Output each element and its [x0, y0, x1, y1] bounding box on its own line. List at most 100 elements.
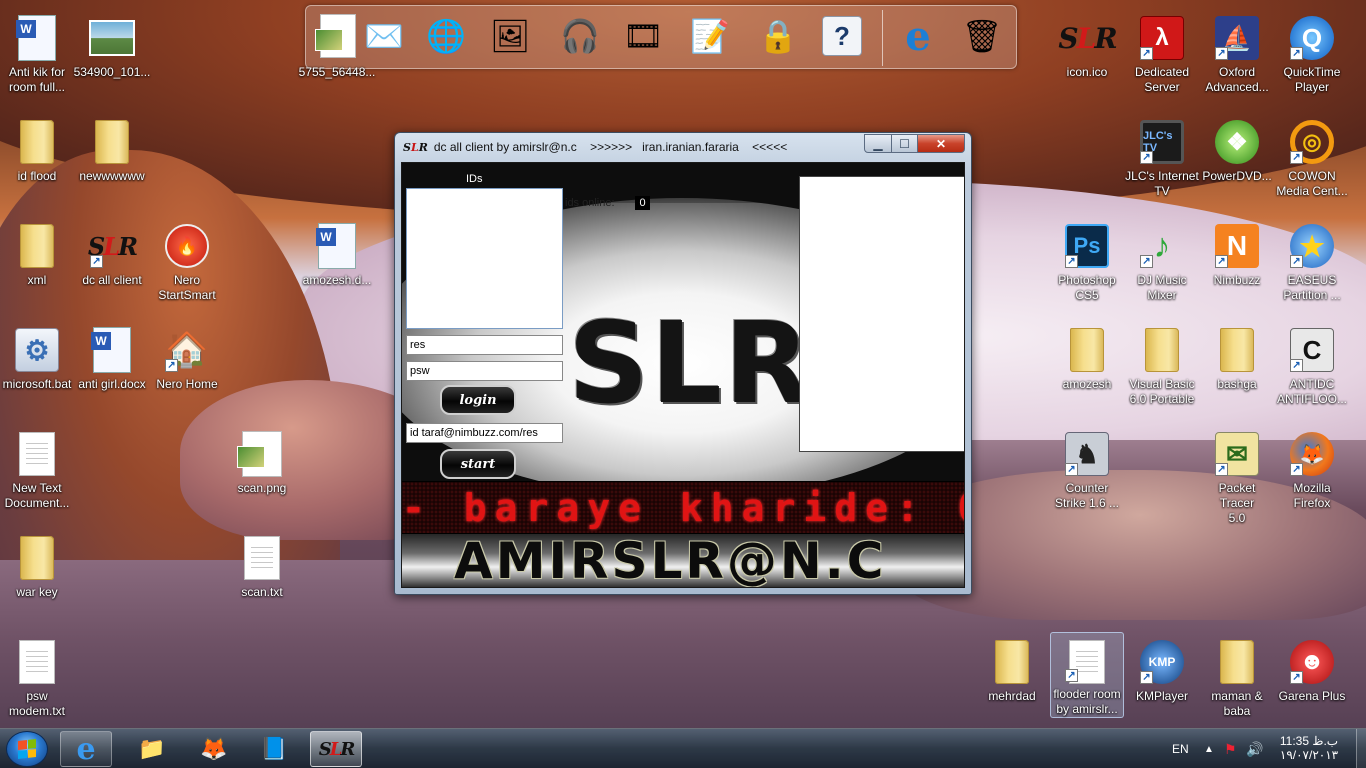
res-input[interactable] — [406, 335, 563, 355]
desktop-icon-firefox[interactable]: 🦊 ↗ Mozilla Firefox — [1275, 430, 1349, 511]
desktop-icon-photoshop[interactable]: Ps ↗ Photoshop CS5 — [1050, 222, 1124, 303]
ids-list-textarea[interactable] — [406, 188, 563, 329]
desktop-icon-scan-png[interactable]: scan.png — [225, 430, 299, 496]
desktop-icon-label: PowerDVD... — [1202, 169, 1272, 183]
desktop-icon-microsoft-bat[interactable]: ⚙ microsoft.bat — [0, 326, 74, 392]
desktop-icon-newwwwww[interactable]: newwwwww — [75, 118, 149, 184]
desktop-icon-flooder-room[interactable]: ↗ flooder room by amirslr... — [1050, 632, 1124, 718]
antidc-icon: C ↗ — [1288, 326, 1336, 374]
desktop-icon-label: Nero StartSmart — [158, 273, 216, 302]
big-slr-logo: SLR — [568, 299, 813, 429]
desktop-icon-dedicated-server[interactable]: λ ↗ Dedicated Server — [1125, 14, 1199, 95]
app-window: SLR dc all client by amirslr@n.c >>>>>> … — [394, 132, 972, 595]
window-title: dc all client by amirslr@n.c >>>>>> iran… — [433, 140, 788, 154]
desktop-icon-icon-ico[interactable]: SLR icon.ico — [1050, 14, 1124, 80]
desktop-icon-amozesh[interactable]: amozesh — [1050, 326, 1124, 392]
output-listbox[interactable] — [799, 176, 964, 452]
desktop-icon-garena[interactable]: ☻ ↗ Garena Plus — [1275, 638, 1349, 704]
folder-icon — [1063, 326, 1111, 374]
desktop-icon-maman-baba[interactable]: maman & baba — [1200, 638, 1274, 719]
image-file-icon — [237, 430, 286, 478]
quicktime-icon: Q ↗ — [1288, 14, 1336, 62]
desktop-icon-nero-startsmart[interactable]: 🔥 Nero StartSmart — [150, 222, 224, 303]
action-center-icon[interactable]: ⚑ — [1224, 729, 1237, 768]
windows-explorer-icon: 📁 — [138, 736, 166, 761]
desktop-icon-powerdvd[interactable]: ❖ PowerDVD... — [1200, 118, 1274, 184]
globe-icon[interactable]: 🌐 — [422, 12, 470, 60]
language-indicator[interactable]: EN — [1172, 729, 1189, 768]
desktop-icon-label: 534900_101... — [73, 65, 151, 79]
text-file-icon — [238, 534, 286, 582]
desktop-icon-scan-txt[interactable]: scan.txt — [225, 534, 299, 600]
dock-separator — [882, 10, 883, 66]
padlock-icon[interactable]: 🔒 — [754, 12, 802, 60]
brand-banner: AMIRSLR@N.C — [402, 534, 964, 587]
desktop-icon-label: DJ Music Mixer — [1137, 273, 1187, 302]
desktop-icon-easeus[interactable]: ★ ↗ EASEUS Partition ... — [1275, 222, 1349, 303]
desktop-icon-visual-basic[interactable]: Visual Basic 6.0 Portable — [1125, 326, 1199, 407]
desktop-icon-dj-music-mixer[interactable]: ♪ ↗ DJ Music Mixer — [1125, 222, 1199, 303]
start-button[interactable]: start — [440, 449, 516, 479]
desktop-icon-oxford[interactable]: ⛵ ↗ Oxford Advanced... — [1200, 14, 1274, 95]
desktop-icon-psw-modem[interactable]: psw modem.txt — [0, 638, 74, 719]
close-button[interactable]: ✕ — [917, 134, 965, 153]
start-button[interactable] — [6, 731, 48, 767]
desktop-icon-id-flood[interactable]: id flood — [0, 118, 74, 184]
show-desktop-button[interactable] — [1356, 729, 1366, 768]
target-id-input[interactable] — [406, 423, 563, 443]
taskbar-notebook[interactable]: 📘 — [248, 731, 300, 767]
help-icon[interactable]: ? — [818, 12, 866, 60]
ids-label: IDs — [466, 173, 483, 185]
desktop-icon-war-key[interactable]: war key — [0, 534, 74, 600]
desktop-icon-label: id flood — [17, 169, 57, 183]
taskbar-slr-client[interactable]: SLR — [310, 731, 362, 767]
desktop-icon-anti-kik[interactable]: W Anti kik for room full... — [0, 14, 74, 95]
desktop-icon-bashga[interactable]: bashga — [1200, 326, 1274, 392]
desktop-icon-534900[interactable]: 534900_101... — [73, 14, 151, 80]
minimize-button[interactable]: ▁ — [864, 134, 892, 153]
word-document-icon: W — [88, 326, 136, 374]
desktop-icon-label: psw modem.txt — [8, 689, 65, 718]
desktop-icon-anti-girl[interactable]: W anti girl.docx — [75, 326, 149, 392]
taskbar-internet-explorer[interactable]: e — [60, 731, 112, 767]
desktop-icon-xml[interactable]: xml — [0, 222, 74, 288]
image-file-icon — [313, 14, 361, 62]
marquee-text: - baraye kharide: 0d flood — [402, 486, 964, 530]
login-button[interactable]: login — [440, 385, 516, 415]
film-reel-icon[interactable]: 🎞 — [619, 12, 667, 60]
desktop-icon-kmplayer[interactable]: KMP ↗ KMPlayer — [1125, 638, 1199, 704]
ids-online-count: 0 — [635, 196, 650, 210]
desktop-icon-new-text-document[interactable]: New Text Document... — [0, 430, 74, 511]
recycle-bin-icon[interactable]: 🗑 — [958, 12, 1006, 60]
volume-icon[interactable]: 🔊 — [1246, 729, 1263, 768]
maximize-button[interactable]: ☐ — [891, 134, 918, 153]
desktop-icon-dc-all-client[interactable]: SLR ↗ dc all client — [75, 222, 149, 288]
notepad-icon[interactable]: 📝 — [686, 12, 734, 60]
taskbar-firefox[interactable]: 🦊 — [188, 731, 240, 767]
desktop-icon-quicktime[interactable]: Q ↗ QuickTime Player — [1275, 14, 1349, 95]
desktop-icon-5755[interactable]: 5755_56448... — [299, 14, 376, 80]
text-file-icon — [13, 430, 61, 478]
desktop-icon-counter-strike[interactable]: ♞ ↗ Counter Strike 1.6 ... — [1050, 430, 1124, 511]
show-hidden-icons-button[interactable]: ▲ — [1204, 729, 1214, 768]
counter-strike-icon: ♞ ↗ — [1063, 430, 1111, 478]
desktop-icon-cowon[interactable]: ◎ ↗ COWON Media Cent... — [1275, 118, 1349, 199]
photos-icon[interactable]: 🖼 — [486, 12, 534, 60]
internet-explorer-icon[interactable]: e — [894, 12, 942, 60]
taskbar-windows-explorer[interactable]: 📁 — [126, 731, 178, 767]
desktop-icon-mehrdad[interactable]: mehrdad — [975, 638, 1049, 704]
desktop-icon-jlc-tv[interactable]: JLC's TV ↗ JLC's Internet TV — [1125, 118, 1199, 199]
desktop-icon-nero-home[interactable]: 🏠 ↗ Nero Home — [150, 326, 224, 392]
desktop-icon-antidc[interactable]: C ↗ ANTIDC ANTIFLOO... — [1275, 326, 1349, 407]
clock[interactable]: 11:35 ب.ظ ۱۹/۰۷/۲۰۱۳ — [1272, 734, 1346, 762]
desktop-icon-packet-tracer[interactable]: ✉ ↗ Packet Tracer 5.0 — [1200, 430, 1274, 526]
desktop-icon-nimbuzz[interactable]: N ↗ Nimbuzz — [1200, 222, 1274, 288]
desktop-icon-label: Oxford Advanced... — [1205, 65, 1269, 94]
desktop-icon-label: ANTIDC ANTIFLOO... — [1276, 377, 1347, 406]
window-titlebar[interactable]: SLR dc all client by amirslr@n.c >>>>>> … — [403, 136, 787, 158]
psw-input[interactable] — [406, 361, 563, 381]
desktop-icon-amozesh-doc[interactable]: W amozesh.d... — [300, 222, 374, 288]
desktop-icon-label: bashga — [1217, 377, 1257, 391]
folder-icon — [13, 118, 61, 166]
headphones-icon[interactable]: 🎧 — [556, 12, 604, 60]
